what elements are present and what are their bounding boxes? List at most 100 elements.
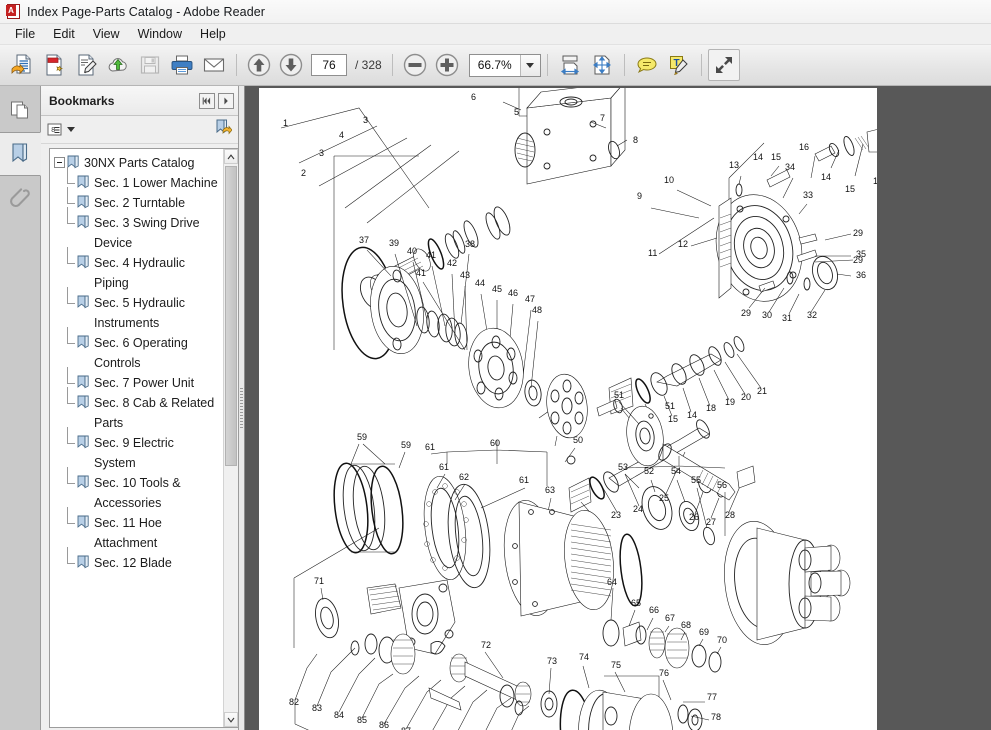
edit-pdf-icon — [78, 54, 97, 76]
new-bookmark-button[interactable] — [214, 118, 233, 141]
workspace: Bookmarks 8 30NX Parts Catalog Sec. 1 Lo… — [0, 86, 991, 730]
zoom-in-button[interactable] — [431, 49, 463, 81]
tree-connector — [67, 387, 77, 413]
menu-file[interactable]: File — [6, 25, 44, 43]
svg-text:8: 8 — [633, 135, 638, 145]
svg-text:15: 15 — [845, 184, 855, 194]
zoom-level-combo[interactable]: 66.7% — [468, 53, 541, 77]
window-title: Index Page-Parts Catalog - Adobe Reader — [27, 4, 266, 19]
send-files-button[interactable] — [102, 49, 134, 81]
bookmark-item[interactable]: Sec. 7 Power Unit — [50, 367, 223, 393]
bookmark-item[interactable]: Sec. 5 Hydraulic Instruments — [50, 287, 223, 333]
svg-text:28: 28 — [725, 510, 735, 520]
bookmark-item[interactable]: Sec. 10 Tools & Accessories — [50, 467, 223, 513]
toolbar-separator-1 — [236, 54, 237, 76]
bookmark-icon — [77, 295, 90, 310]
next-page-button[interactable] — [275, 49, 307, 81]
bookmarks-scrollbar[interactable] — [223, 149, 238, 727]
svg-text:14: 14 — [687, 410, 697, 420]
svg-text:32: 32 — [807, 310, 817, 320]
svg-text:13: 13 — [729, 160, 739, 170]
bookmark-item[interactable]: Sec. 9 Electric System — [50, 427, 223, 473]
bookmark-label: Sec. 4 Hydraulic Piping — [94, 256, 186, 290]
svg-text:60: 60 — [490, 438, 500, 448]
svg-text:62: 62 — [459, 472, 469, 482]
scroll-up-button[interactable] — [224, 149, 238, 164]
svg-text:67: 67 — [665, 613, 675, 623]
bookmark-item[interactable]: Sec. 8 Cab & Related Parts — [50, 387, 223, 433]
svg-text:24: 24 — [633, 504, 643, 514]
page-total-label: / 328 — [355, 58, 382, 72]
expand-arrows-icon — [715, 57, 732, 73]
expand-panel-button[interactable] — [218, 92, 234, 109]
bookmark-root[interactable]: 30NX Parts Catalog — [50, 153, 223, 173]
svg-text:16: 16 — [799, 142, 809, 152]
svg-text:83: 83 — [312, 703, 322, 713]
bookmark-item[interactable]: Sec. 2 Turntable — [50, 187, 223, 213]
bookmark-icon — [77, 255, 90, 270]
page-number-input[interactable]: 76 — [311, 54, 347, 76]
bookmark-icon — [77, 195, 90, 210]
document-view[interactable]: 1 2 3 3 4 5 6 7 8 13 16 15 14 12 11 9 10… — [245, 86, 991, 730]
create-pdf-button[interactable] — [38, 49, 70, 81]
svg-text:45: 45 — [492, 284, 502, 294]
nav-page-thumbnails-button[interactable] — [1, 88, 40, 132]
bookmark-item[interactable]: Sec. 1 Lower Machine — [50, 167, 223, 193]
print-button[interactable] — [166, 49, 198, 81]
fit-width-button[interactable] — [554, 49, 586, 81]
menu-help[interactable]: Help — [191, 25, 235, 43]
bookmark-item[interactable]: Sec. 12 Blade — [50, 547, 223, 573]
tree-connector — [67, 327, 77, 353]
comment-button[interactable] — [631, 49, 663, 81]
highlight-text-button[interactable]: T — [663, 49, 695, 81]
pdf-page[interactable]: 1 2 3 3 4 5 6 7 8 13 16 15 14 12 11 9 10… — [259, 88, 877, 730]
fit-page-button[interactable] — [586, 49, 618, 81]
bookmark-label: Sec. 3 Swing Drive Device — [94, 216, 200, 250]
menu-view[interactable]: View — [84, 25, 129, 43]
open-file-button[interactable] — [6, 49, 38, 81]
bookmarks-tree[interactable]: 30NX Parts Catalog Sec. 1 Lower Machine — [50, 149, 223, 727]
bookmarks-panel: Bookmarks 8 30NX Parts Catalog Sec. 1 Lo… — [41, 86, 239, 730]
zoom-out-button[interactable] — [399, 49, 431, 81]
svg-text:82: 82 — [289, 697, 299, 707]
svg-text:61: 61 — [519, 475, 529, 485]
scrollbar-thumb[interactable] — [225, 166, 237, 466]
svg-text:36: 36 — [856, 270, 866, 280]
bookmark-options-button[interactable]: 8 — [47, 122, 75, 138]
svg-text:21: 21 — [757, 386, 767, 396]
title-bar: A Index Page-Parts Catalog - Adobe Reade… — [0, 0, 991, 24]
minus-circle-icon — [403, 53, 426, 77]
attachments-icon — [9, 188, 30, 208]
edit-pdf-button[interactable] — [70, 49, 102, 81]
svg-text:23: 23 — [611, 510, 621, 520]
scroll-down-button[interactable] — [224, 712, 238, 727]
collapse-toggle-icon[interactable] — [54, 157, 65, 168]
fullscreen-button[interactable] — [707, 49, 740, 81]
email-button[interactable] — [198, 49, 230, 81]
toolbar-separator-5 — [700, 54, 702, 76]
svg-text:42: 42 — [447, 258, 457, 268]
bookmark-icon — [77, 515, 90, 530]
svg-text:64: 64 — [607, 577, 617, 587]
bookmark-item[interactable]: Sec. 11 Hoe Attachment — [50, 507, 223, 553]
scrollbar-track[interactable] — [224, 164, 238, 712]
bookmark-item[interactable]: Sec. 3 Swing Drive Device — [50, 207, 223, 253]
bookmark-label: Sec. 11 Hoe Attachment — [94, 516, 162, 550]
collapse-panel-button[interactable] — [199, 92, 215, 109]
nav-bookmarks-button[interactable] — [0, 132, 41, 176]
save-button[interactable] — [134, 49, 166, 81]
svg-text:41: 41 — [426, 250, 436, 260]
bookmark-item[interactable]: Sec. 6 Operating Controls — [50, 327, 223, 373]
bookmark-label: Sec. 9 Electric System — [94, 436, 174, 470]
menu-window[interactable]: Window — [129, 25, 191, 43]
zoom-dropdown-button[interactable] — [519, 54, 540, 76]
upload-cloud-icon — [108, 58, 127, 72]
tree-connector — [67, 207, 77, 233]
svg-text:77: 77 — [707, 692, 717, 702]
bookmark-item[interactable]: Sec. 4 Hydraulic Piping — [50, 247, 223, 293]
menu-edit[interactable]: Edit — [44, 25, 84, 43]
previous-page-button[interactable] — [243, 49, 275, 81]
svg-text:56: 56 — [717, 480, 727, 490]
open-file-icon — [11, 54, 31, 75]
nav-attachments-button[interactable] — [1, 176, 40, 220]
